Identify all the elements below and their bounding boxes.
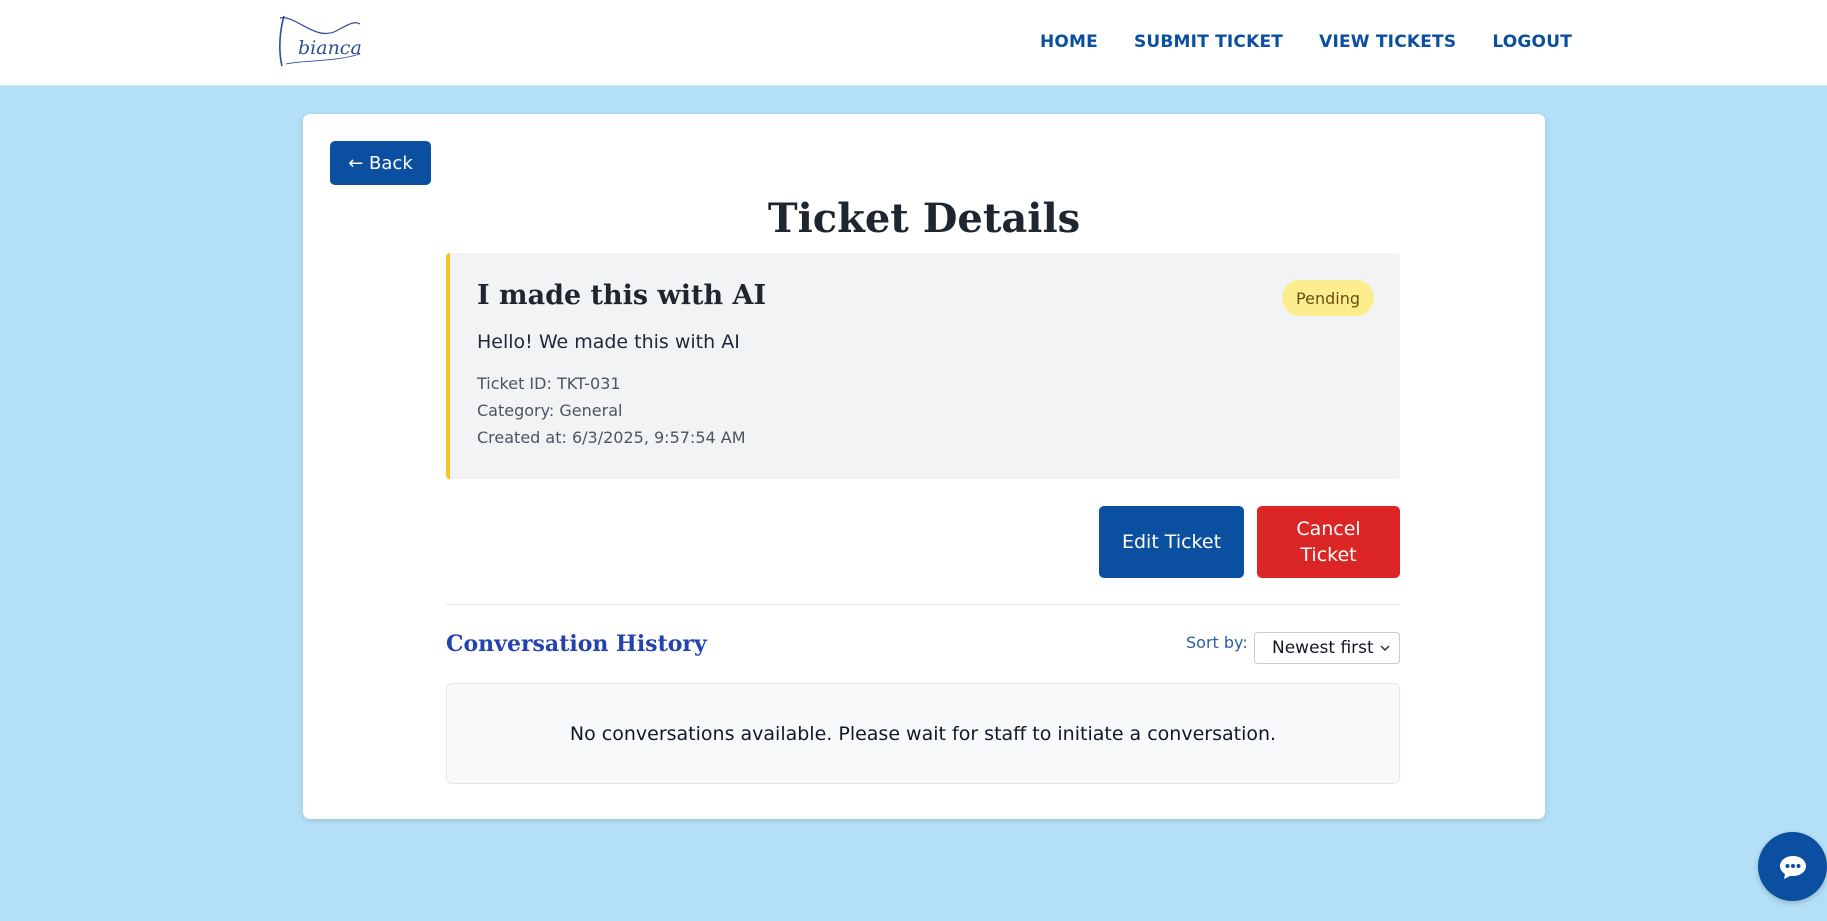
ticket-created-at: Created at: 6/3/2025, 9:57:54 AM (477, 428, 746, 447)
chat-bubble-icon (1779, 855, 1806, 879)
cancel-ticket-button[interactable]: Cancel Ticket (1257, 506, 1400, 578)
main-nav: HOME SUBMIT TICKET VIEW TICKETS LOGOUT (1040, 29, 1572, 55)
ticket-details-card: ← Back Ticket Details I made this with A… (303, 114, 1545, 819)
svg-text:bianca: bianca (298, 37, 362, 59)
chat-button[interactable] (1758, 832, 1827, 901)
page-title: Ticket Details (767, 195, 1081, 242)
empty-conversations-message: No conversations available. Please wait … (569, 722, 1277, 745)
ticket-description: Hello! We made this with AI (477, 331, 740, 353)
conversation-history-title: Conversation History (446, 631, 707, 657)
brand-logo[interactable]: bianca (274, 10, 366, 72)
edit-ticket-button[interactable]: Edit Ticket (1099, 506, 1244, 578)
ticket-category: Category: General (477, 401, 623, 420)
ticket-title: I made this with AI (477, 280, 767, 311)
empty-conversations: No conversations available. Please wait … (446, 683, 1400, 784)
nav-view-tickets[interactable]: VIEW TICKETS (1319, 32, 1456, 52)
nav-submit-ticket[interactable]: SUBMIT TICKET (1134, 32, 1283, 52)
bianca-logo-icon: bianca (279, 15, 362, 67)
back-button[interactable]: ← Back (330, 141, 431, 185)
ticket-id: Ticket ID: TKT-031 (477, 374, 621, 393)
chevron-down-icon (1380, 645, 1390, 652)
sort-label: Sort by: (1186, 633, 1248, 652)
nav-home[interactable]: HOME (1040, 32, 1098, 52)
section-divider (446, 604, 1400, 605)
ticket-summary: I made this with AI Pending Hello! We ma… (446, 253, 1400, 479)
top-header: bianca HOME SUBMIT TICKET VIEW TICKETS L… (0, 0, 1827, 86)
sort-select[interactable]: Newest first (1254, 632, 1400, 664)
nav-logout[interactable]: LOGOUT (1492, 32, 1572, 52)
status-badge: Pending (1282, 280, 1374, 316)
sort-select-value: Newest first (1272, 638, 1374, 658)
